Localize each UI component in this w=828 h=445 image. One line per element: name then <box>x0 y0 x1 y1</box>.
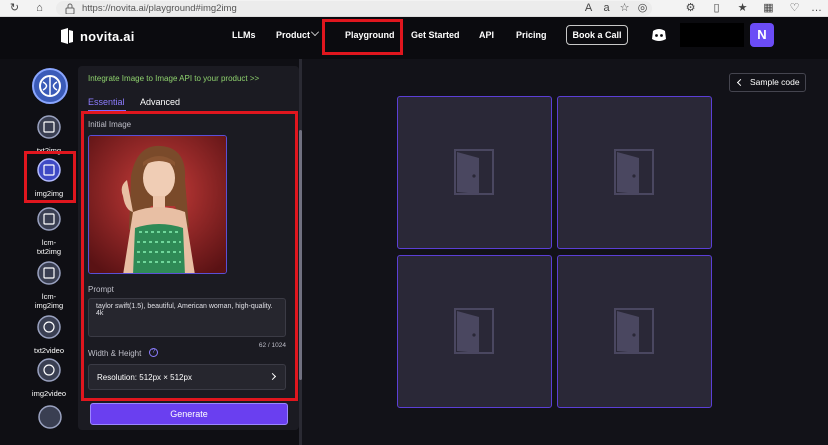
door-placeholder-icon <box>614 149 654 195</box>
brain-icon[interactable] <box>32 68 68 104</box>
logo-text: novita.ai <box>80 28 135 44</box>
home-icon[interactable]: ⌂ <box>33 2 46 15</box>
sidebar-item-label: img2img <box>34 189 64 198</box>
sidebar-item-txt2video[interactable]: txt2video <box>14 315 84 355</box>
result-slot <box>397 255 552 408</box>
result-slot <box>557 96 712 249</box>
favorite-icon[interactable]: ☆ <box>618 2 631 15</box>
door-placeholder-icon <box>614 308 654 354</box>
img2video-icon <box>37 358 61 382</box>
txt2video-icon <box>37 315 61 339</box>
browser-toolbar: ↻ ⌂ https://novita.ai/playground#img2img… <box>0 0 828 17</box>
tab-essential[interactable]: Essential <box>88 97 125 107</box>
address-bar[interactable]: https://novita.ai/playground#img2img <box>56 1 652 16</box>
lock-icon <box>65 3 75 14</box>
collections-icon[interactable]: ▦ <box>762 2 775 15</box>
next-model-icon[interactable] <box>38 405 62 429</box>
url-text: https://novita.ai/playground#img2img <box>82 3 237 14</box>
tab-advanced[interactable]: Advanced <box>140 97 180 107</box>
lcm-txt2img-icon <box>37 207 61 231</box>
chevron-down-icon <box>311 28 319 36</box>
browser-essentials-icon[interactable]: ♡ <box>788 2 801 15</box>
favorites-icon[interactable]: ★ <box>736 2 749 15</box>
sidebar-item-label: txt2video <box>33 346 65 355</box>
avatar[interactable]: N <box>750 23 774 47</box>
novita-logo-icon <box>61 28 73 44</box>
read-aloud-icon[interactable]: A <box>582 2 595 15</box>
door-placeholder-icon <box>454 308 494 354</box>
extension-icon[interactable]: ◎ <box>636 2 649 15</box>
generate-button[interactable]: Generate <box>90 403 288 425</box>
nav-playground[interactable]: Playground <box>345 30 395 40</box>
extensions-icon[interactable]: ⚙ <box>684 2 697 15</box>
sidebar-item-txt2img[interactable]: txt2img <box>14 115 84 155</box>
nav-api[interactable]: API <box>479 30 494 40</box>
sample-code-button[interactable]: Sample code <box>729 73 806 92</box>
result-slot <box>397 96 552 249</box>
api-promo-link[interactable]: Integrate Image to Image API to your pro… <box>88 74 259 83</box>
sidebar-item-label: lcm- img2img <box>34 292 64 310</box>
split-screen-icon[interactable]: ▯ <box>710 2 723 15</box>
img2img-icon <box>37 158 61 182</box>
site-nav: novita.ai LLMs Product Playground Get St… <box>0 17 828 59</box>
nav-pricing[interactable]: Pricing <box>516 30 547 40</box>
nav-llms[interactable]: LLMs <box>232 30 256 40</box>
nav-get-started[interactable]: Get Started <box>411 30 460 40</box>
logo[interactable]: novita.ai <box>60 28 135 44</box>
txt2img-icon <box>37 115 61 139</box>
refresh-icon[interactable]: ↻ <box>8 2 21 15</box>
sidebar-item-lcm-img2img[interactable]: lcm- img2img <box>14 261 84 310</box>
sidebar-item-lcm-txt2img[interactable]: lcm- txt2img <box>14 207 84 256</box>
nav-product[interactable]: Product <box>276 30 310 40</box>
sidebar-item-img2video[interactable]: img2video <box>14 358 84 398</box>
more-icon[interactable]: … <box>810 2 823 15</box>
highlight-box-settings <box>81 111 298 401</box>
result-slot <box>557 255 712 408</box>
door-placeholder-icon <box>454 149 494 195</box>
lcm-img2img-icon <box>37 261 61 285</box>
book-call-button[interactable]: Book a Call <box>566 25 628 45</box>
redacted-area <box>680 23 744 47</box>
chevron-left-icon <box>736 78 745 87</box>
model-sidebar: txt2img img2img lcm- txt2img lcm- img2im… <box>0 59 78 445</box>
sample-code-label: Sample code <box>750 77 800 87</box>
sidebar-item-label: img2video <box>31 389 67 398</box>
sidebar-item-img2img[interactable]: img2img <box>14 158 84 198</box>
discord-icon[interactable] <box>650 26 668 44</box>
sidebar-item-label: lcm- txt2img <box>36 238 62 256</box>
translate-icon[interactable]: a <box>600 2 613 15</box>
